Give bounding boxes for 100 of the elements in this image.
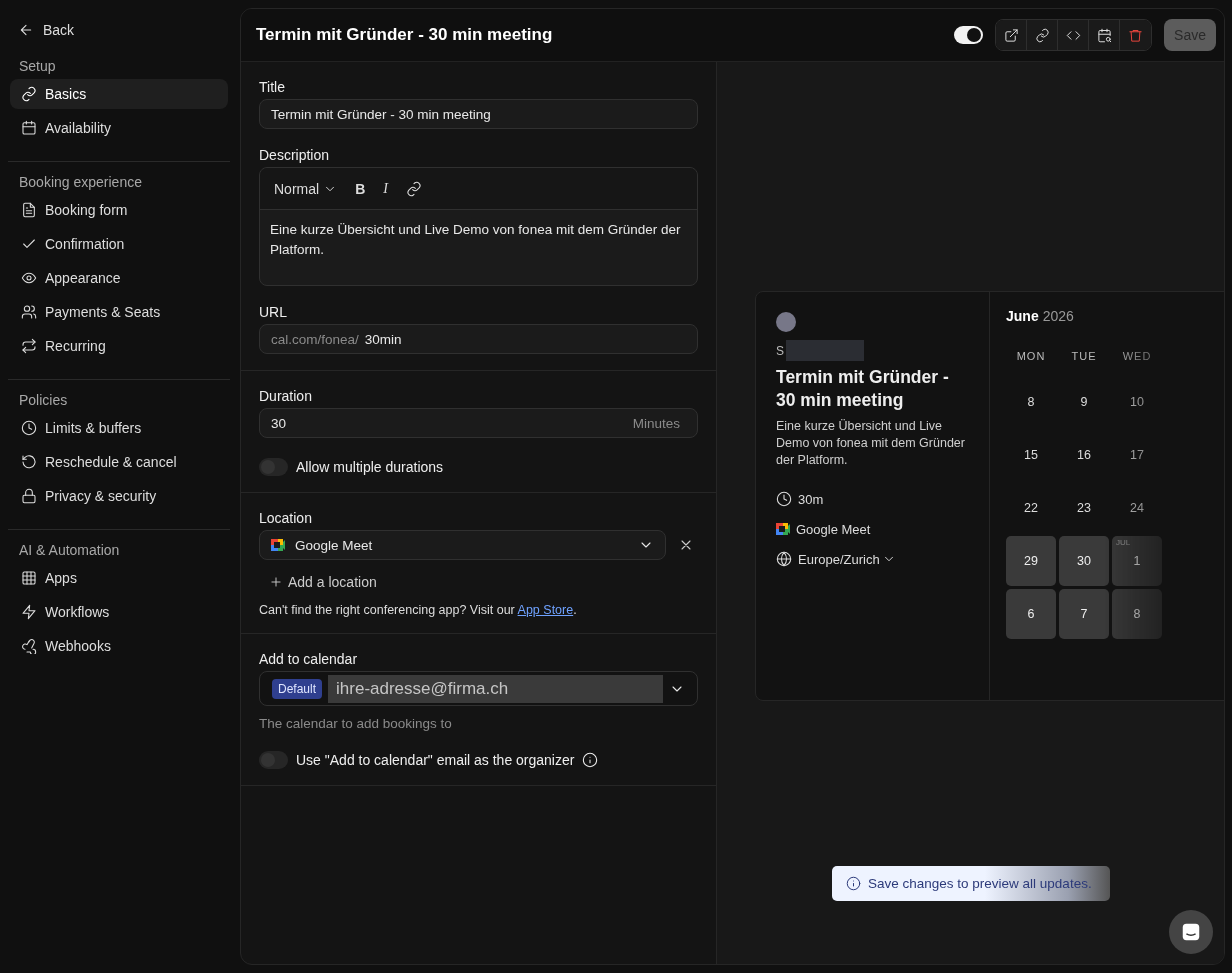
sidebar-item[interactable]: Webhooks [10,631,228,661]
sidebar-item[interactable]: Booking form [10,195,228,225]
info-icon [582,752,599,768]
host-name: S [776,343,784,358]
chat-bubble-icon [1180,921,1202,943]
field-label: Location [259,510,313,526]
title-input[interactable]: Termin mit Gründer - 30 min meeting [259,99,698,129]
sidebar-item[interactable]: Workflows [10,597,228,627]
calendar-day: 23 [1059,483,1109,533]
calendar-day: 10 [1112,377,1162,427]
url-prefix: cal.com/fonea/ [271,331,359,347]
repeat-icon [21,338,37,354]
calendar-day: 24 [1112,483,1162,533]
section-heading: AI & Automation [18,541,121,560]
link-icon [405,180,422,197]
globe-icon [776,551,792,567]
duration-unit: Minutes [632,415,680,431]
year-label: 2026 [1042,308,1074,324]
notice-text: Save changes to preview all updates. [868,876,1092,891]
calendar-day: 22 [1006,483,1056,533]
sidebar-item[interactable]: Basics [10,79,228,109]
calendar-select[interactable]: Default ihre-adresse@firma.ch [259,671,698,706]
calendar-search-button[interactable] [1089,20,1121,50]
weekday-label: WED [1121,349,1153,364]
add-location-button[interactable]: Add a location [269,574,377,590]
month-tag: JUL [1116,538,1131,547]
eye-icon [21,270,37,286]
toggle-switch[interactable] [259,458,288,476]
calendar-day: 16 [1059,430,1109,480]
sidebar-item[interactable]: Reschedule & cancel [10,447,228,477]
field-label: URL [259,304,288,320]
duration-text: 30m [798,491,824,507]
info-icon [846,876,861,891]
event-title: Termin mit Gründer - 30 min meeting [776,366,950,412]
description-text: Eine kurze Übersicht und Live Demo von fonea mit dem Gründer der Platform. [269,221,682,259]
toggle-label: Allow multiple durations [296,459,444,475]
timezone-dropdown[interactable]: Europe/Zurich [798,551,896,567]
description-editor[interactable]: Normal B I Eine kurze Übersicht und Live Demo von fonea mit dem Gründer der Platform. [259,167,698,286]
plus-icon [269,575,283,589]
trash-button[interactable] [1120,20,1152,50]
back-link[interactable]: Back [8,18,230,42]
calendar-day[interactable]: 7 [1059,589,1109,639]
toggle-switch[interactable] [259,751,288,769]
calendar-email: ihre-adresse@firma.ch [328,674,663,703]
italic-button[interactable]: I [379,178,392,199]
back-arrow-icon [18,22,34,38]
weekday-label: TUE [1070,349,1098,364]
sidebar-item[interactable]: Availability [10,113,228,143]
external-link-icon [1003,27,1019,43]
clock-icon [21,420,37,436]
url-field[interactable]: cal.com/fonea/ 30min [259,324,698,354]
help-text: Can't find the right conferencing app? Visit our App Store. [259,603,578,617]
webhook-icon [21,638,37,654]
default-badge: Default [272,678,323,699]
clock-icon [776,491,792,507]
section-heading: Setup [18,57,57,76]
grid-icon [21,570,37,586]
location-text: Google Meet [796,521,871,537]
month-label: June [1006,308,1039,324]
avatar [776,312,796,332]
sidebar-item[interactable]: Limits & buffers [10,413,228,443]
text-style-dropdown[interactable]: Normal [270,178,342,199]
calendar-icon [21,120,37,136]
document-icon [21,202,37,218]
page-title: Termin mit Gründer - 30 min meeting [256,25,553,45]
lock-icon [21,488,37,504]
calendar-search-icon [1096,27,1112,43]
sidebar-item[interactable]: Recurring [10,331,228,361]
calendar-day[interactable]: JUL 1 [1112,536,1162,586]
duration-value: 30 [271,415,288,431]
calendar-day[interactable]: 8 [1112,589,1162,639]
link-icon [1034,27,1050,43]
sidebar-item[interactable]: Privacy & security [10,481,228,511]
duration-field[interactable]: 30 Minutes [259,408,698,438]
google-meet-icon [776,523,790,535]
google-meet-icon [271,539,285,551]
calendar-day: 17 [1112,430,1162,480]
hidden-toggle[interactable] [954,26,984,44]
calendar-day: 8 [1006,377,1056,427]
calendar-day: 15 [1006,430,1056,480]
hint-text: The calendar to add bookings to [259,716,453,731]
rotate-icon [21,454,37,470]
people-icon [21,304,37,320]
calendar-day[interactable]: 30 [1059,536,1109,586]
calendar-day[interactable]: 29 [1006,536,1056,586]
field-label: Add to calendar [259,651,359,667]
lightning-icon [21,604,37,620]
field-label: Duration [259,388,313,404]
calendar-day[interactable]: 6 [1006,589,1056,639]
sidebar-item[interactable]: Payments & Seats [10,297,228,327]
url-slug: 30min [364,331,402,347]
sidebar-item[interactable]: Apps [10,563,228,593]
link-button[interactable] [1027,20,1059,50]
toggle-label: Use "Add to calendar" email as the organizer [296,752,575,768]
bold-button[interactable]: B [351,178,370,199]
sidebar-item[interactable]: Appearance [10,263,228,293]
section-heading: Policies [18,391,69,410]
sidebar-item[interactable]: Confirmation [10,229,228,259]
location-select[interactable]: Google Meet [259,530,666,560]
external-link-button[interactable] [996,20,1028,50]
